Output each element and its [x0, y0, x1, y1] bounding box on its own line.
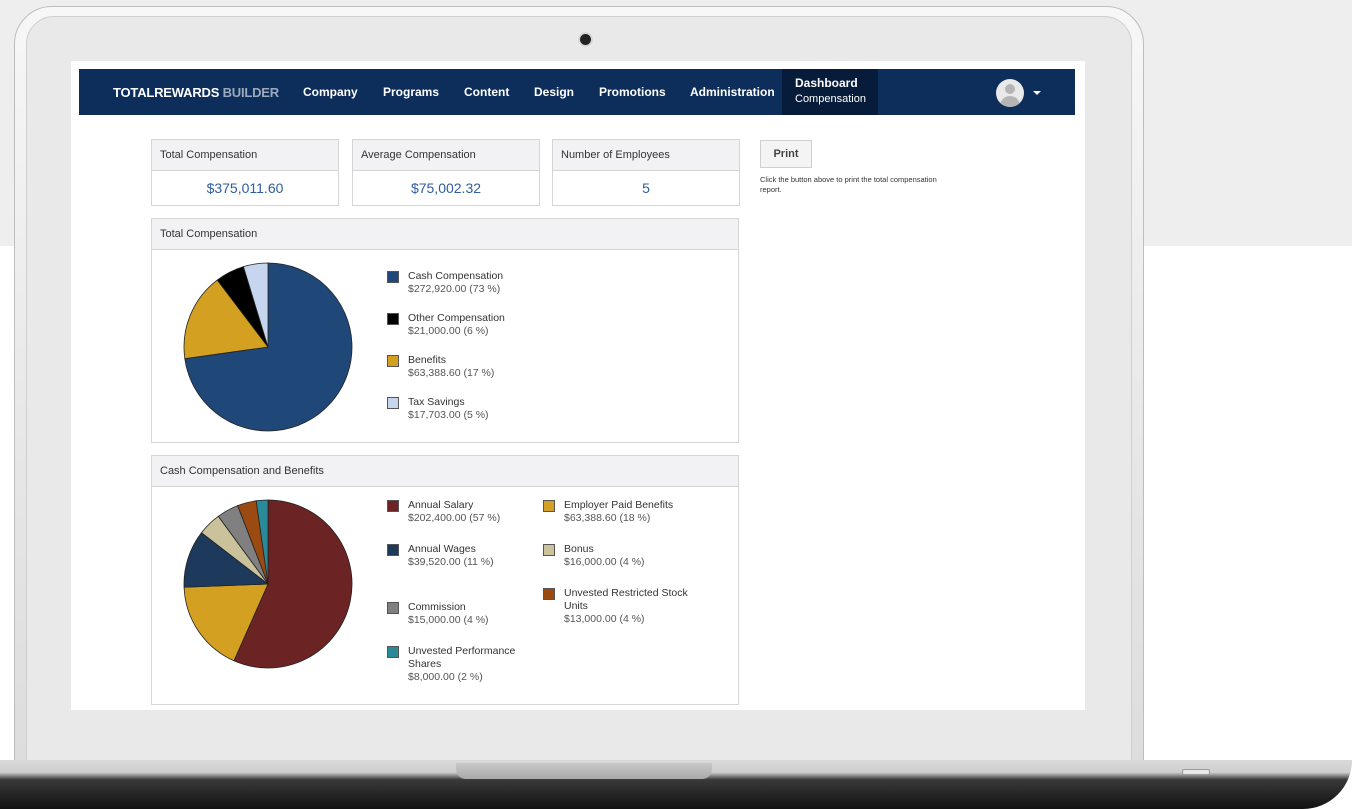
nav-design[interactable]: Design [534, 85, 574, 99]
legend-amount: $63,388.60 (18 %) [564, 512, 651, 524]
legend-swatch [387, 544, 399, 556]
stat-label: Number of Employees [553, 140, 739, 171]
legend-label: Bonus [564, 543, 594, 555]
brand-logo[interactable]: TOTALREWARDS BUILDER [113, 85, 279, 100]
brand-sub: BUILDER [222, 85, 280, 100]
legend-amount: $15,000.00 (4 %) [408, 614, 489, 626]
brand-main: TOTALREWARDS [113, 85, 220, 100]
legend-amount: $13,000.00 (4 %) [564, 613, 645, 625]
legend-label: Tax Savings [408, 396, 465, 408]
panel-title: Total Compensation [152, 219, 738, 250]
nav-promotions[interactable]: Promotions [599, 85, 666, 99]
stat-average-compensation: Average Compensation $75,002.32 [352, 139, 540, 206]
legend-swatch [387, 500, 399, 512]
legend-amount: $16,000.00 (4 %) [564, 556, 645, 568]
legend-label: Unvested Performance Shares [408, 645, 516, 670]
nav-content[interactable]: Content [464, 85, 509, 99]
stat-number-of-employees: Number of Employees 5 [552, 139, 740, 206]
screen: TOTALREWARDS BUILDER Company Programs Co… [71, 61, 1085, 710]
legend-label: Commission [408, 601, 466, 613]
laptop-indicator [1182, 769, 1210, 775]
legend-swatch [543, 544, 555, 556]
stat-total-compensation: Total Compensation $375,011.60 [151, 139, 339, 206]
panel-total-compensation: Total Compensation Cash Compensation $272… [151, 218, 739, 443]
panel-cash-compensation-benefits: Cash Compensation and Benefits Annual Sa… [151, 455, 739, 705]
nav-company[interactable]: Company [303, 85, 358, 99]
chevron-down-icon[interactable] [1033, 91, 1041, 95]
legend-amount: $39,520.00 (11 %) [408, 556, 494, 568]
legend-swatch [387, 271, 399, 283]
stat-value: $75,002.32 [410, 180, 482, 196]
pie-chart-cash-compensation-benefits [183, 499, 353, 669]
legend-amount: $202,400.00 (57 %) [408, 512, 501, 524]
legend-amount: $272,920.00 (73 %) [408, 283, 501, 295]
nav-programs[interactable]: Programs [383, 85, 439, 99]
legend-label: Annual Salary [408, 499, 474, 511]
legend-swatch [387, 397, 399, 409]
print-note: Click the button above to print the tota… [760, 175, 937, 194]
legend-amount: $8,000.00 (2 %) [408, 671, 483, 683]
stat-value: 5 [642, 180, 650, 196]
legend-swatch [387, 602, 399, 614]
nav-dashboard-title: Dashboard [795, 76, 858, 90]
top-navbar: TOTALREWARDS BUILDER Company Programs Co… [79, 69, 1075, 115]
legend-amount: $63,388.60 (17 %) [408, 367, 495, 379]
legend-label: Cash Compensation [408, 270, 504, 282]
laptop-hinge [456, 763, 712, 779]
legend-swatch [387, 355, 399, 367]
nav-dashboard[interactable]: Dashboard Compensation [782, 69, 878, 115]
legend-amount: $21,000.00 (6 %) [408, 325, 489, 337]
user-avatar-icon[interactable] [996, 79, 1024, 107]
stat-value: $375,011.60 [206, 180, 284, 196]
legend-swatch [387, 646, 399, 658]
nav-dashboard-sub: Compensation [795, 93, 866, 105]
legend-label: Other Compensation [408, 312, 505, 324]
legend-swatch [543, 588, 555, 600]
legend-label: Benefits [408, 354, 446, 366]
stat-label: Average Compensation [353, 140, 539, 171]
legend-amount: $17,703.00 (5 %) [408, 409, 489, 421]
print-button[interactable]: Print [760, 140, 812, 168]
legend-label: Annual Wages [408, 543, 476, 555]
stat-label: Total Compensation [152, 140, 338, 171]
legend-swatch [387, 313, 399, 325]
legend-swatch [543, 500, 555, 512]
nav-administration[interactable]: Administration [690, 85, 775, 99]
camera-icon [580, 34, 591, 45]
pie-chart-total-compensation [183, 262, 353, 432]
panel-title: Cash Compensation and Benefits [152, 456, 738, 487]
legend-label: Unvested Restricted Stock Units [564, 587, 688, 612]
legend-label: Employer Paid Benefits [564, 499, 674, 511]
